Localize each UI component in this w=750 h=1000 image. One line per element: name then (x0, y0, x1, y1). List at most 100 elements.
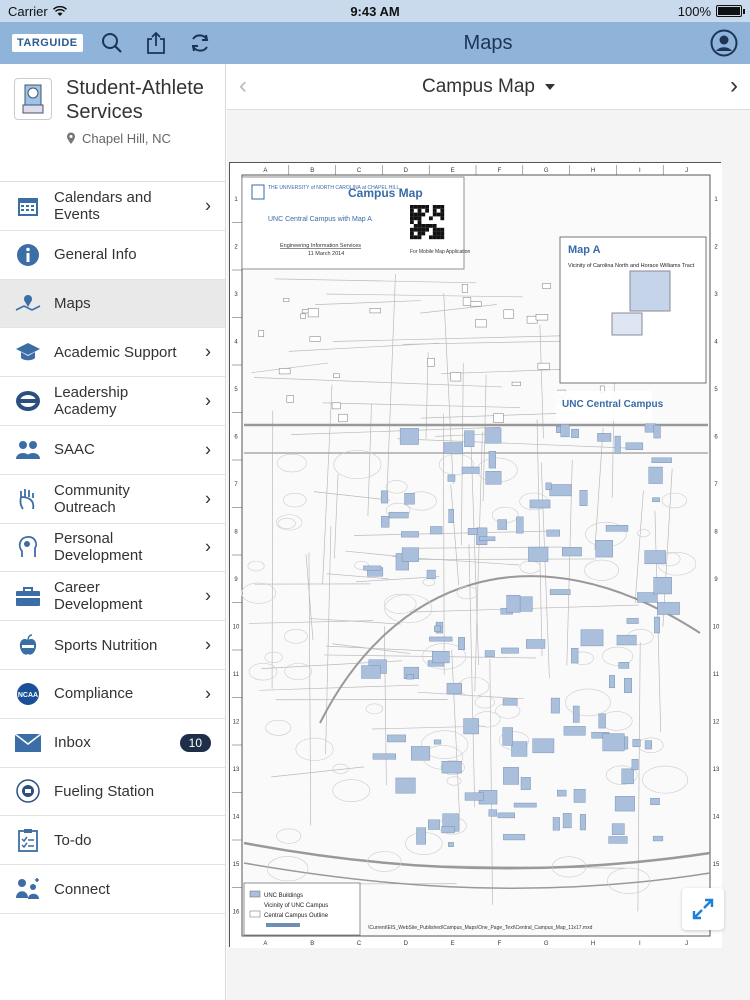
org-location: Chapel Hill, NC (66, 131, 213, 146)
map-legend: UNC Buildings Vicinity of UNC Campus Cen… (243, 882, 361, 936)
search-icon[interactable] (97, 28, 127, 58)
wifi-icon (52, 5, 67, 16)
sidebar-item-maps[interactable]: Maps (0, 279, 225, 329)
graduation-cap-icon (14, 338, 42, 366)
share-icon[interactable] (141, 28, 171, 58)
nav-bar: TARGUIDE Maps (0, 22, 750, 64)
legend-outline: Central Campus Outline (264, 913, 329, 919)
unread-count-badge: 10 (179, 733, 211, 752)
grid-row-label: 14 (713, 814, 720, 820)
org-logo (14, 78, 52, 120)
grid-col-label: B (310, 941, 314, 947)
logo-text: TARGUIDE (17, 37, 78, 49)
sidebar-item-label: Community Outreach (54, 481, 130, 516)
chevron-right-icon: › (205, 390, 211, 411)
app-logo: TARGUIDE (12, 34, 83, 52)
map-selector-label: Campus Map (422, 75, 535, 97)
sidebar-item-academic-support[interactable]: Academic Support › (0, 328, 225, 378)
previous-map-button[interactable]: ‹ (239, 72, 247, 100)
refresh-icon[interactable] (185, 28, 215, 58)
grid-row-label: 11 (713, 672, 720, 678)
sidebar-item-saac[interactable]: SAAC › (0, 426, 225, 475)
main-content: ‹ Campus Map › AABBCCDDEEFFGGHHIIJJ11223… (227, 64, 750, 1000)
sidebar-item-leadership-academy[interactable]: Leadership Academy › (0, 377, 225, 426)
map-file-path: \Current\EIS_WebSite_Published\Campus_Ma… (368, 925, 593, 931)
sidebar-item-label: Fueling Station (54, 782, 155, 800)
chevron-right-icon: › (205, 341, 211, 362)
grid-row-label: 13 (233, 767, 240, 773)
sidebar-header: TARGUIDE (0, 22, 226, 64)
ncaa-icon: NCAA (14, 680, 42, 708)
chevron-right-icon: › (205, 195, 211, 216)
sidebar-item-label: Inbox (54, 734, 91, 752)
chevron-right-icon: › (205, 683, 211, 704)
sidebar-item-label: SAAC (54, 441, 95, 459)
sidebar-item-personal-development[interactable]: Personal Development › (0, 524, 225, 573)
sidebar-item-career-development[interactable]: Career Development › (0, 572, 225, 622)
map-subtitle: UNC Central Campus with Map A (268, 216, 372, 223)
sidebar-item-label: Personal Development (54, 530, 143, 565)
sidebar-item-label: Maps (54, 294, 91, 312)
qr-label: For Mobile Map Application (410, 249, 471, 255)
briefcase-icon (14, 582, 42, 610)
profile-icon[interactable] (710, 29, 738, 57)
grid-row-label: 10 (233, 624, 240, 630)
grid-col-label: B (310, 168, 314, 174)
map-org-label: Engineering Information Services (280, 243, 361, 249)
battery-icon (716, 5, 745, 17)
info-icon (14, 241, 42, 269)
sidebar-item-general-info[interactable]: General Info (0, 231, 225, 280)
chevron-right-icon: › (205, 488, 211, 509)
map-a-inset: Map A Vicinity of Carolina North and Hor… (559, 236, 707, 384)
map-icon (14, 289, 42, 317)
grid-row-label: 10 (713, 624, 720, 630)
sidebar-item-connect[interactable]: Connect (0, 865, 225, 914)
sidebar-item-sports-nutrition[interactable]: Sports Nutrition › (0, 621, 225, 670)
org-location-text: Chapel Hill, NC (82, 131, 171, 146)
chevron-right-icon: › (205, 585, 211, 606)
sidebar-item-label: Academic Support (54, 343, 177, 361)
grid-col-label: C (357, 941, 362, 947)
sidebar-item-to-do[interactable]: To-do (0, 816, 225, 866)
svg-text:NCAA: NCAA (18, 692, 38, 699)
grid-col-label: J (685, 941, 688, 947)
grid-row-label: 13 (713, 767, 720, 773)
sidebar-item-label: Compliance (54, 685, 134, 703)
grid-col-label: G (544, 941, 549, 947)
sidebar-item-inbox[interactable]: Inbox 10 (0, 719, 225, 768)
sidebar-item-label: To-do (54, 831, 92, 849)
sidebar-item-fueling-station[interactable]: Fueling Station (0, 768, 225, 817)
sidebar-item-compliance[interactable]: NCAA Compliance › (0, 670, 225, 719)
sidebar-item-community-outreach[interactable]: Community Outreach › (0, 475, 225, 524)
head-icon (14, 533, 42, 561)
map-date-label: 11 March 2014 (308, 251, 344, 257)
map-title-text: Campus Map (348, 186, 423, 200)
map-selector[interactable]: Campus Map (422, 76, 555, 98)
group-icon (14, 436, 42, 464)
grid-row-label: 15 (233, 862, 240, 868)
sidebar-item-label: Sports Nutrition (54, 636, 158, 654)
grid-col-label: H (591, 168, 595, 174)
grid-col-label: G (544, 168, 549, 174)
grid-col-label: E (451, 941, 455, 947)
map-a-subtitle: Vicinity of Carolina North and Horace Wi… (568, 263, 695, 269)
status-time: 9:43 AM (350, 3, 400, 19)
dropdown-caret-icon (545, 83, 555, 90)
sidebar-item-calendars-and-events[interactable]: Calendars and Events › (0, 182, 225, 231)
fueling-icon (14, 777, 42, 805)
map-selector-bar: ‹ Campus Map › (227, 64, 750, 110)
legend-buildings: UNC Buildings (264, 893, 303, 899)
grid-col-label: F (498, 941, 502, 947)
campus-map-image[interactable]: A A B B C C D D E E F F G G H H I I J J 1 1 2 2 3 3 4 4 5 5 6 6 7 7 8 8 9 9 10… (229, 162, 722, 948)
grid-row-label: 11 (233, 672, 240, 678)
org-name: Student-Athlete Services (66, 77, 204, 123)
grid-col-label: E (451, 168, 455, 174)
expand-map-button[interactable] (682, 888, 724, 930)
expand-icon (692, 898, 714, 920)
chevron-right-icon: › (205, 439, 211, 460)
next-map-button[interactable]: › (730, 72, 738, 100)
leadership-badge-icon (14, 387, 42, 415)
grid-row-label: 14 (233, 814, 240, 820)
connect-icon (14, 875, 42, 903)
calendar-icon (14, 192, 42, 220)
